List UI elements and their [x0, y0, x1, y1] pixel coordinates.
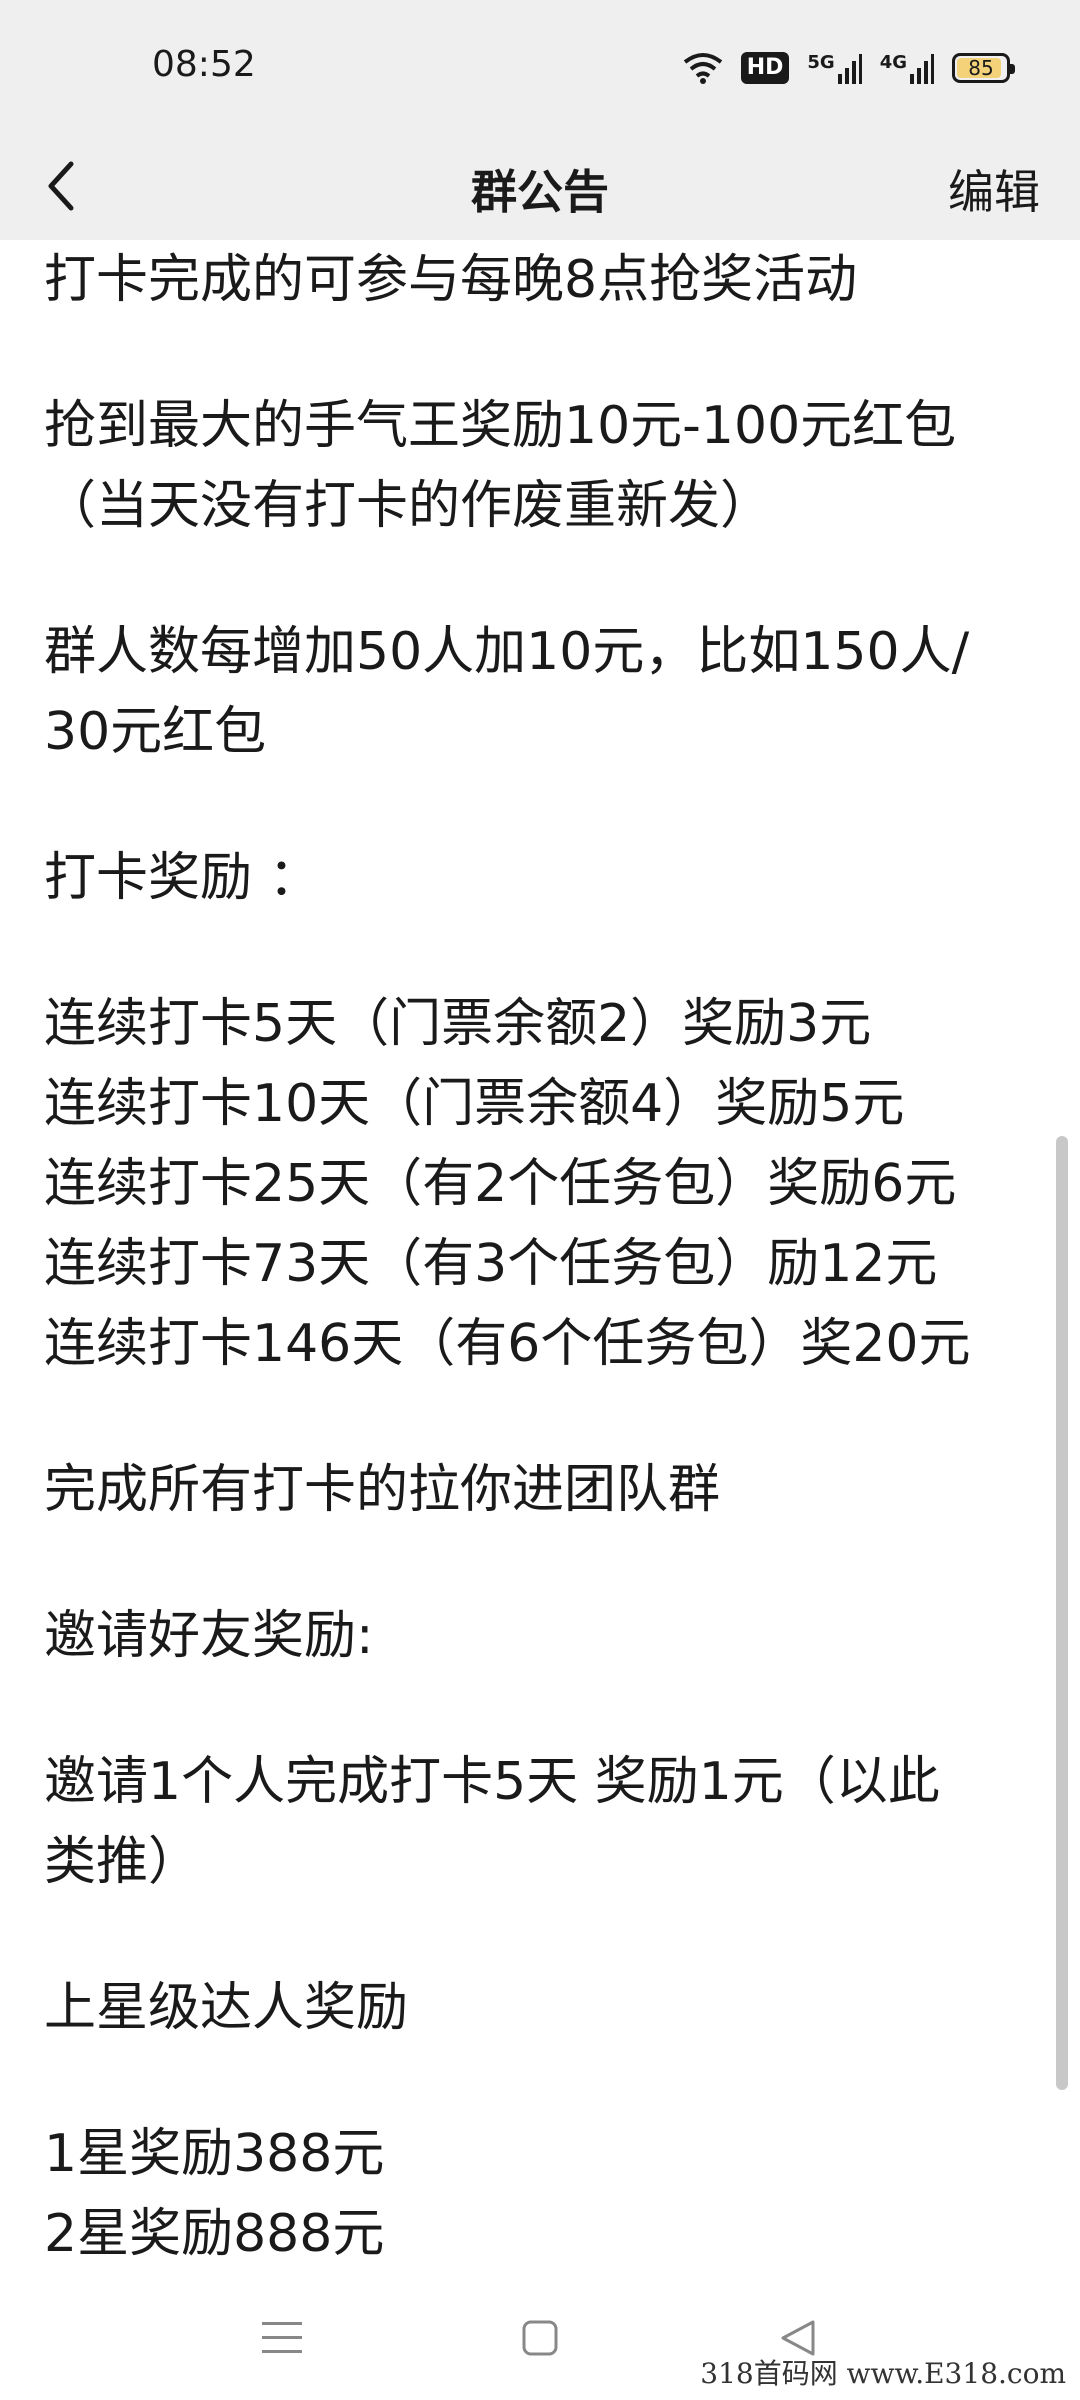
announcement-line: 连续打卡10天（门票余额4）奖励5元: [44, 1074, 905, 1134]
home-button[interactable]: [508, 2306, 572, 2370]
hd-badge: HD: [740, 52, 790, 84]
watermark: 318首码网 www.E318.com: [700, 2357, 1066, 2390]
signal-4g: 4G: [880, 52, 934, 84]
menu-icon: [262, 2322, 302, 2353]
edit-button[interactable]: 编辑: [948, 156, 1040, 222]
announcement-line: 邀请好友奖励:: [44, 1606, 374, 1666]
network-5g-label: 5G: [807, 52, 835, 73]
menu-button[interactable]: [250, 2306, 314, 2370]
announcement-line: 30元红包: [44, 702, 267, 762]
announcement-line: 连续打卡73天（有3个任务包）励12元: [44, 1234, 938, 1294]
announcement-line: 抢到最大的手气王奖励10元-100元红包: [44, 396, 957, 456]
announcement-line: 群人数每增加50人加10元，比如150人/: [44, 622, 970, 682]
nav-bar: 群公告 编辑: [0, 136, 1080, 240]
announcement-content[interactable]: 打卡完成的可参与每晚8点抢奖活动 抢到最大的手气王奖励10元-100元红包 （当天…: [44, 240, 1024, 2280]
announcement-line: 2星奖励888元: [44, 2204, 385, 2264]
announcement-line: 邀请1个人完成打卡5天 奖励1元（以此: [44, 1752, 940, 1812]
announcement-line: 完成所有打卡的拉你进团队群: [44, 1460, 721, 1520]
signal-bars-icon: [837, 54, 862, 84]
signal-bars-icon: [910, 54, 934, 84]
wifi-icon: [683, 53, 722, 84]
system-nav-bar: 318首码网 www.E318.com: [0, 2280, 1080, 2400]
battery-tip: [1010, 64, 1015, 74]
announcement-line: 连续打卡146天（有6个任务包）奖20元: [44, 1314, 971, 1374]
network-4g-label: 4G: [879, 52, 907, 73]
announcement-line: 连续打卡25天（有2个任务包）奖励6元: [44, 1154, 957, 1214]
status-bar: 08:52 HD 5G 4G 85: [0, 0, 1080, 136]
announcement-line: （当天没有打卡的作废重新发）: [44, 476, 773, 536]
square-home-icon: [522, 2320, 558, 2356]
announcement-line: 打卡完成的可参与每晚8点抢奖活动: [44, 250, 858, 310]
announcement-line: 类推）: [44, 1832, 201, 1892]
announcement-line: 连续打卡5天（门票余额2）奖励3元: [44, 994, 872, 1054]
announcement-line: 1星奖励388元: [44, 2124, 385, 2184]
signal-5g: 5G: [807, 52, 862, 84]
battery-level: 85: [968, 56, 994, 80]
battery-icon: 85: [952, 53, 1015, 83]
announcement-line: 打卡奖励 ：: [44, 848, 321, 908]
scrollbar[interactable]: [1056, 1136, 1068, 2090]
status-icons: HD 5G 4G 85: [683, 46, 1015, 90]
status-time: 08:52: [152, 44, 256, 85]
announcement-line: 上星级达人奖励: [44, 1978, 409, 2038]
page-title: 群公告: [471, 165, 609, 219]
